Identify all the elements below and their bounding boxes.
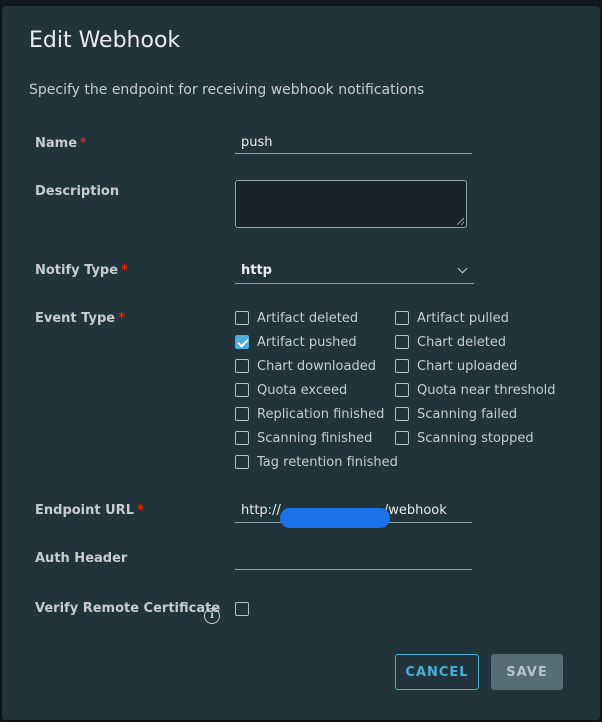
event-chart-deleted[interactable]: Chart deleted: [395, 333, 506, 351]
redaction-mark: [280, 508, 390, 528]
cancel-button[interactable]: CANCEL: [395, 654, 479, 690]
chevron-down-icon: [457, 263, 468, 274]
event-scanning-finished[interactable]: Scanning finished: [235, 429, 372, 447]
checkbox-label: Quota near threshold: [417, 382, 556, 398]
checkbox-label: Chart deleted: [417, 334, 507, 350]
checkbox[interactable]: [235, 602, 249, 616]
dialog-subtitle: Specify the endpoint for receiving webho…: [29, 82, 425, 98]
checkbox-label: Scanning failed: [417, 406, 518, 422]
checkbox[interactable]: [235, 383, 249, 397]
endpoint-url-label-text: Endpoint URL: [35, 503, 134, 518]
event-replication-finished[interactable]: Replication finished: [235, 405, 384, 423]
event-type-label-text: Event Type: [35, 311, 116, 326]
event-chart-downloaded[interactable]: Chart downloaded: [235, 357, 376, 375]
checkbox[interactable]: [395, 335, 409, 349]
event-chart-uploaded[interactable]: Chart uploaded: [395, 357, 517, 375]
checkbox-label: Scanning stopped: [417, 430, 534, 446]
description-textarea[interactable]: [235, 180, 467, 228]
endpoint-url-label: Endpoint URL *: [35, 503, 144, 518]
checkbox-label: Chart downloaded: [257, 358, 376, 374]
checkbox[interactable]: [395, 431, 409, 445]
notify-type-value: http: [241, 263, 272, 278]
required-marker: *: [118, 311, 125, 326]
event-quota-exceed[interactable]: Quota exceed: [235, 381, 347, 399]
checkbox-label: Replication finished: [257, 406, 385, 422]
checkbox-label: Chart uploaded: [417, 358, 518, 374]
notify-type-select[interactable]: http: [235, 260, 474, 284]
checkbox[interactable]: [235, 359, 249, 373]
edit-webhook-dialog: Edit Webhook Specify the endpoint for re…: [2, 6, 600, 720]
event-artifact-pushed[interactable]: Artifact pushed: [235, 333, 357, 351]
event-tag-retention-finished[interactable]: Tag retention finished: [235, 453, 398, 471]
checkbox[interactable]: [395, 407, 409, 421]
verify-cert-label: Verify Remote Certificate: [35, 601, 221, 616]
checkbox[interactable]: [395, 311, 409, 325]
event-artifact-pulled[interactable]: Artifact pulled: [395, 309, 509, 327]
event-quota-near-threshold[interactable]: Quota near threshold: [395, 381, 556, 399]
checkbox[interactable]: [235, 455, 249, 469]
dialog-title: Edit Webhook: [29, 28, 181, 53]
endpoint-url-prefix: http://: [241, 503, 281, 518]
auth-header-input[interactable]: [235, 548, 472, 570]
endpoint-url-suffix: /webhook: [383, 503, 447, 518]
checkbox-label: Quota exceed: [257, 382, 348, 398]
name-label: Name *: [35, 136, 87, 151]
name-input[interactable]: [235, 132, 472, 154]
required-marker: *: [80, 136, 87, 151]
checkbox-label: Artifact pulled: [417, 310, 509, 326]
event-scanning-failed[interactable]: Scanning failed: [395, 405, 517, 423]
name-label-text: Name: [35, 136, 78, 151]
event-type-label: Event Type *: [35, 311, 125, 326]
checkbox[interactable]: [235, 407, 249, 421]
save-button[interactable]: SAVE: [491, 654, 563, 690]
required-marker: *: [136, 503, 144, 518]
notify-type-label: Notify Type *: [35, 263, 128, 278]
checkbox-label: Artifact deleted: [257, 310, 359, 326]
checkbox[interactable]: [235, 311, 249, 325]
checkbox-label: Scanning finished: [257, 430, 373, 446]
checkbox[interactable]: [395, 359, 409, 373]
description-label: Description: [35, 184, 120, 199]
event-scanning-stopped[interactable]: Scanning stopped: [395, 429, 534, 447]
checkbox-label: Tag retention finished: [257, 454, 398, 470]
checkbox-label: Artifact pushed: [257, 334, 357, 350]
notify-type-label-text: Notify Type: [35, 263, 119, 278]
required-marker: *: [121, 263, 128, 278]
checkbox[interactable]: [235, 431, 249, 445]
checkbox[interactable]: [395, 383, 409, 397]
verify-cert-checkbox[interactable]: [235, 600, 257, 618]
resize-handle[interactable]: [457, 218, 464, 225]
event-artifact-deleted[interactable]: Artifact deleted: [235, 309, 358, 327]
checkbox-checked[interactable]: [235, 335, 249, 349]
auth-header-label: Auth Header: [35, 551, 128, 566]
info-icon[interactable]: i: [204, 608, 220, 624]
